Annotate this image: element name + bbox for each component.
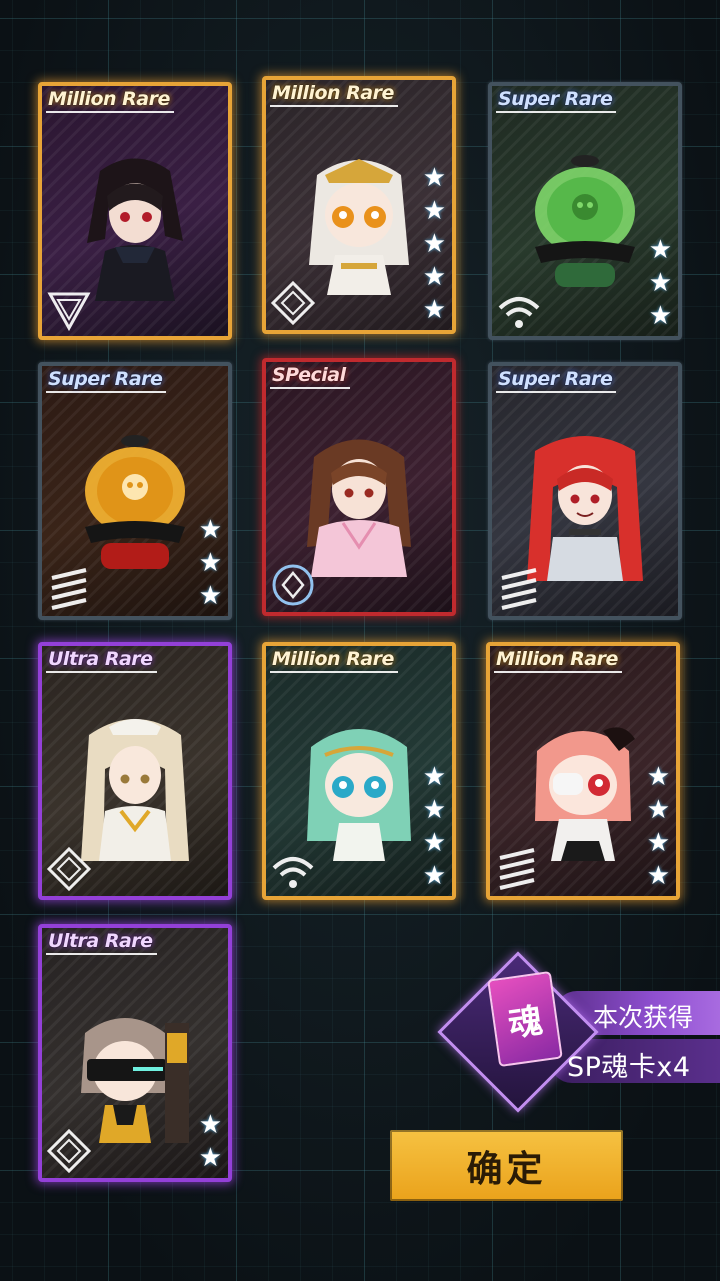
rarity-label: Super Rare [496, 368, 617, 393]
soul-card-glyph: 魂 [505, 1000, 546, 1045]
rarity-label: Super Rare [46, 368, 167, 393]
character-portrait [309, 159, 409, 295]
star-icon: ★ [198, 581, 222, 611]
star-icon: ★ [422, 163, 446, 193]
rarity-label: Ultra Rare [46, 930, 157, 955]
star-icon: ★ [422, 229, 446, 259]
result-card-5[interactable]: SPecial [262, 358, 456, 616]
character-portrait [535, 727, 635, 861]
signal-class-icon [272, 857, 314, 888]
result-card-2[interactable]: Million Rare ★ ★ ★ ★ ★ [262, 76, 456, 334]
rarity-label: Million Rare [270, 648, 398, 673]
star-icon: ★ [422, 795, 446, 825]
star-icon: ★ [422, 262, 446, 292]
star-rating: ★ ★ ★ ★ [423, 762, 446, 892]
rarity-label: SPecial [270, 364, 350, 389]
star-icon: ★ [422, 196, 446, 226]
rarity-label: Million Rare [494, 648, 622, 673]
character-portrait [307, 729, 411, 861]
character-portrait [81, 1018, 189, 1143]
star-rating: ★ ★ ★ [649, 235, 672, 332]
star-icon: ★ [198, 548, 222, 578]
result-card-3[interactable]: Super Rare ★ ★ ★ [488, 82, 682, 340]
star-icon: ★ [646, 795, 670, 825]
stripes-class-icon [499, 848, 535, 890]
star-rating: ★ ★ ★ ★ ★ [423, 163, 446, 326]
star-icon: ★ [646, 762, 670, 792]
character-portrait [307, 439, 411, 577]
character-portrait [87, 158, 183, 301]
diamond-class-icon [46, 1128, 92, 1174]
star-rating: ★ ★ ★ [199, 515, 222, 612]
character-portrait [535, 155, 635, 287]
rarity-label: Million Rare [270, 82, 398, 107]
stripes-class-icon [501, 568, 537, 610]
reward-value: SP魂卡x4 [567, 1052, 691, 1083]
character-portrait [81, 719, 189, 861]
star-icon: ★ [646, 861, 670, 891]
star-icon: ★ [198, 1143, 222, 1173]
character-portrait [527, 436, 643, 581]
star-icon: ★ [198, 515, 222, 545]
diamond-class-icon [270, 280, 316, 326]
rarity-label: Ultra Rare [46, 648, 157, 673]
diamond-class-icon [46, 846, 92, 892]
star-icon: ★ [422, 861, 446, 891]
star-icon: ★ [198, 1110, 222, 1140]
star-icon: ★ [422, 295, 446, 325]
character-portrait [85, 435, 185, 569]
confirm-button[interactable]: 确定 [390, 1130, 623, 1201]
result-card-6[interactable]: Super Rare [488, 362, 682, 620]
star-icon: ★ [422, 762, 446, 792]
soul-card-reward: 魂 本次获得 SP魂卡x4 [437, 951, 720, 1113]
rarity-label: Million Rare [46, 88, 174, 113]
result-card-7[interactable]: Ultra Rare [38, 642, 232, 900]
result-card-9[interactable]: Million Rare ★ ★ ★ ★ [486, 642, 680, 900]
result-card-1[interactable]: Million Rare [38, 82, 232, 340]
star-rating: ★ ★ [199, 1110, 222, 1174]
circle-diamond-class-icon [272, 564, 314, 606]
stripes-class-icon [51, 568, 87, 610]
soul-card-icon: 魂 [487, 970, 563, 1068]
triangle-class-icon [47, 292, 91, 332]
result-card-8[interactable]: Million Rare ★ ★ ★ ★ [262, 642, 456, 900]
star-icon: ★ [648, 301, 672, 331]
star-icon: ★ [422, 828, 446, 858]
star-icon: ★ [646, 828, 670, 858]
signal-class-icon [498, 297, 540, 328]
star-icon: ★ [648, 268, 672, 298]
star-rating: ★ ★ ★ ★ [647, 762, 670, 892]
reward-label: 本次获得 [593, 1003, 694, 1032]
result-card-4[interactable]: Super Rare ★ ★ ★ [38, 362, 232, 620]
result-card-10[interactable]: Ultra Rare ★ ★ [38, 924, 232, 1182]
star-icon: ★ [648, 235, 672, 265]
rarity-label: Super Rare [496, 88, 617, 113]
